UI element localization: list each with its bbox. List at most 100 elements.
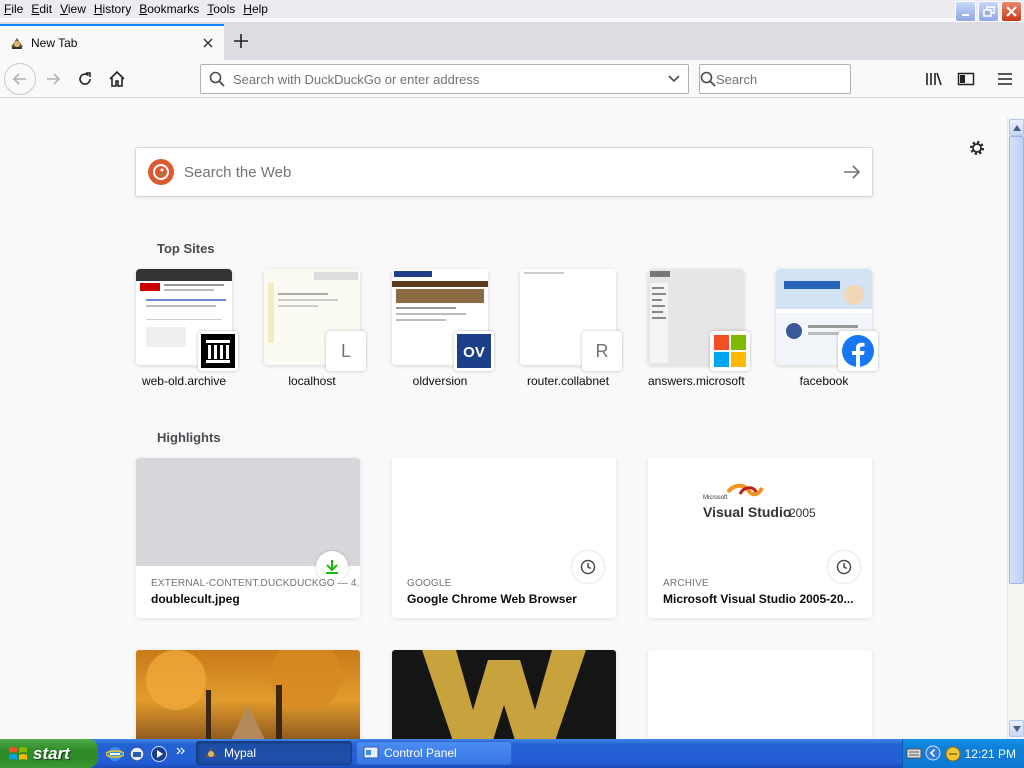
- taskbar-item-control-panel[interactable]: Control Panel: [356, 741, 512, 765]
- window-controls: [955, 1, 1022, 22]
- taskbar-item-mypal[interactable]: Mypal: [196, 741, 352, 765]
- highlight-card[interactable]: Microsoft Visual Studio 2005 ARCHIVE Mic…: [648, 458, 872, 618]
- menu-tools[interactable]: Tools: [203, 2, 239, 16]
- sidebar-button[interactable]: [951, 64, 981, 94]
- taskbar-item-label: Control Panel: [384, 746, 457, 760]
- close-icon: [1006, 6, 1017, 17]
- top-site-label: router.collabnet: [526, 374, 610, 388]
- top-site-tile[interactable]: facebook: [776, 269, 878, 388]
- tab-strip: New Tab: [0, 22, 1024, 60]
- top-site-label: oldversion: [412, 374, 468, 388]
- new-tab-button[interactable]: [230, 30, 252, 52]
- close-window-button[interactable]: [1001, 1, 1022, 22]
- highlight-card[interactable]: EXTERNAL-CONTENT.DUCKDUCKGO — 4... doubl…: [136, 458, 360, 618]
- navigation-toolbar: [0, 60, 1024, 98]
- facebook-icon: [838, 331, 878, 371]
- menu-history[interactable]: History: [90, 2, 135, 16]
- home-icon: [109, 70, 125, 87]
- menu-view-key: V: [60, 2, 68, 16]
- highlight-card[interactable]: [136, 650, 360, 739]
- autumn-photo-icon: [136, 650, 360, 739]
- chevron-left-icon: [925, 745, 941, 761]
- search-input[interactable]: [716, 71, 892, 87]
- scroll-down-button[interactable]: [1009, 720, 1024, 737]
- menu-edit[interactable]: Edit: [27, 2, 56, 16]
- web-search-box[interactable]: [135, 147, 873, 197]
- search-bar[interactable]: [699, 64, 892, 94]
- highlight-preview: Microsoft Visual Studio 2005: [648, 458, 872, 566]
- visual-studio-logo-icon: Microsoft Visual Studio 2005: [703, 483, 816, 520]
- menu-help[interactable]: Help: [239, 2, 272, 16]
- highlight-card[interactable]: [392, 650, 616, 739]
- duckduckgo-logo-icon: [148, 159, 174, 185]
- url-bar[interactable]: [200, 64, 689, 94]
- menu-bookmarks-label: ookmarks: [147, 2, 200, 16]
- top-site-tile[interactable]: OV oldversion: [392, 269, 494, 388]
- back-arrow-icon: [12, 73, 26, 85]
- web-search-input[interactable]: [184, 163, 832, 181]
- internet-explorer-icon[interactable]: [106, 745, 124, 763]
- oldversion-icon: OV: [454, 331, 494, 371]
- arrow-right-icon: [844, 165, 861, 179]
- highlight-card[interactable]: GOOGLE Google Chrome Web Browser: [392, 458, 616, 618]
- highlight-card-empty: [648, 650, 872, 739]
- url-input[interactable]: [233, 71, 660, 87]
- web-search-go-button[interactable]: [832, 165, 872, 179]
- home-button[interactable]: [102, 64, 132, 94]
- reload-button[interactable]: [70, 64, 100, 94]
- highlight-title: doublecult.jpeg: [151, 592, 240, 606]
- start-button[interactable]: start: [0, 739, 98, 768]
- menu-view[interactable]: View: [56, 2, 90, 16]
- menu-bookmarks[interactable]: Bookmarks: [135, 2, 203, 16]
- vertical-scrollbar[interactable]: [1007, 118, 1024, 739]
- restore-icon: [982, 5, 995, 17]
- highlight-title: Microsoft Visual Studio 2005-20...: [663, 592, 854, 606]
- scroll-up-button[interactable]: [1009, 119, 1024, 136]
- quicklaunch-expand-icon[interactable]: [176, 742, 186, 760]
- main-menu-button[interactable]: [990, 64, 1020, 94]
- restore-button[interactable]: [978, 1, 999, 22]
- highlights-heading: Highlights: [157, 430, 221, 445]
- vs-brand-text: Microsoft: [703, 495, 728, 501]
- tab-close-button[interactable]: [198, 33, 218, 53]
- library-button[interactable]: [919, 64, 949, 94]
- menu-file-label: ile: [11, 2, 24, 16]
- taskbar: start Mypal Control Panel 12:21 PM: [0, 739, 1024, 768]
- top-site-label: facebook: [799, 374, 849, 388]
- outlook-express-icon[interactable]: [128, 745, 146, 763]
- windows-flag-icon: [9, 746, 27, 760]
- menu-view-label: iew: [67, 2, 86, 16]
- tray-expand-button[interactable]: [925, 745, 941, 764]
- forward-button[interactable]: [38, 64, 68, 94]
- top-site-tile[interactable]: web-old.archive: [136, 269, 238, 388]
- menu-bar: File Edit View History Bookmarks Tools H…: [0, 0, 1024, 22]
- top-site-tile[interactable]: L localhost: [264, 269, 366, 388]
- new-tab-page: Top Sites web-old.archive: [0, 99, 1007, 739]
- tab-new-tab[interactable]: New Tab: [0, 24, 224, 60]
- tab-title: New Tab: [31, 36, 78, 50]
- highlight-preview: [136, 458, 360, 566]
- minimize-button[interactable]: [955, 1, 976, 22]
- letter-icon: L: [326, 331, 366, 371]
- media-player-icon[interactable]: [150, 745, 168, 763]
- menu-edit-label: dit: [39, 2, 53, 16]
- taskbar-clock[interactable]: 12:21 PM: [965, 747, 1016, 761]
- back-button[interactable]: [4, 63, 36, 95]
- security-shield-icon[interactable]: [945, 746, 961, 765]
- letter-icon: R: [582, 331, 622, 371]
- top-site-tile[interactable]: answers.microsoft: [648, 269, 750, 388]
- microsoft-icon: [710, 331, 750, 371]
- keyboard-icon[interactable]: [906, 746, 922, 763]
- minimize-icon: [961, 13, 969, 16]
- top-site-label: answers.microsoft: [648, 374, 745, 388]
- search-icon: [700, 71, 716, 87]
- scrollbar-thumb[interactable]: [1009, 136, 1024, 584]
- hamburger-menu-icon: [998, 73, 1012, 85]
- mypal-favicon-icon: [9, 35, 25, 51]
- url-dropdown-button[interactable]: [660, 75, 688, 83]
- menu-file[interactable]: File: [0, 2, 27, 16]
- top-site-tile[interactable]: R router.collabnet: [520, 269, 622, 388]
- sidebar-icon: [957, 72, 975, 86]
- customize-button[interactable]: [966, 137, 988, 159]
- w-logo-icon: [392, 650, 616, 739]
